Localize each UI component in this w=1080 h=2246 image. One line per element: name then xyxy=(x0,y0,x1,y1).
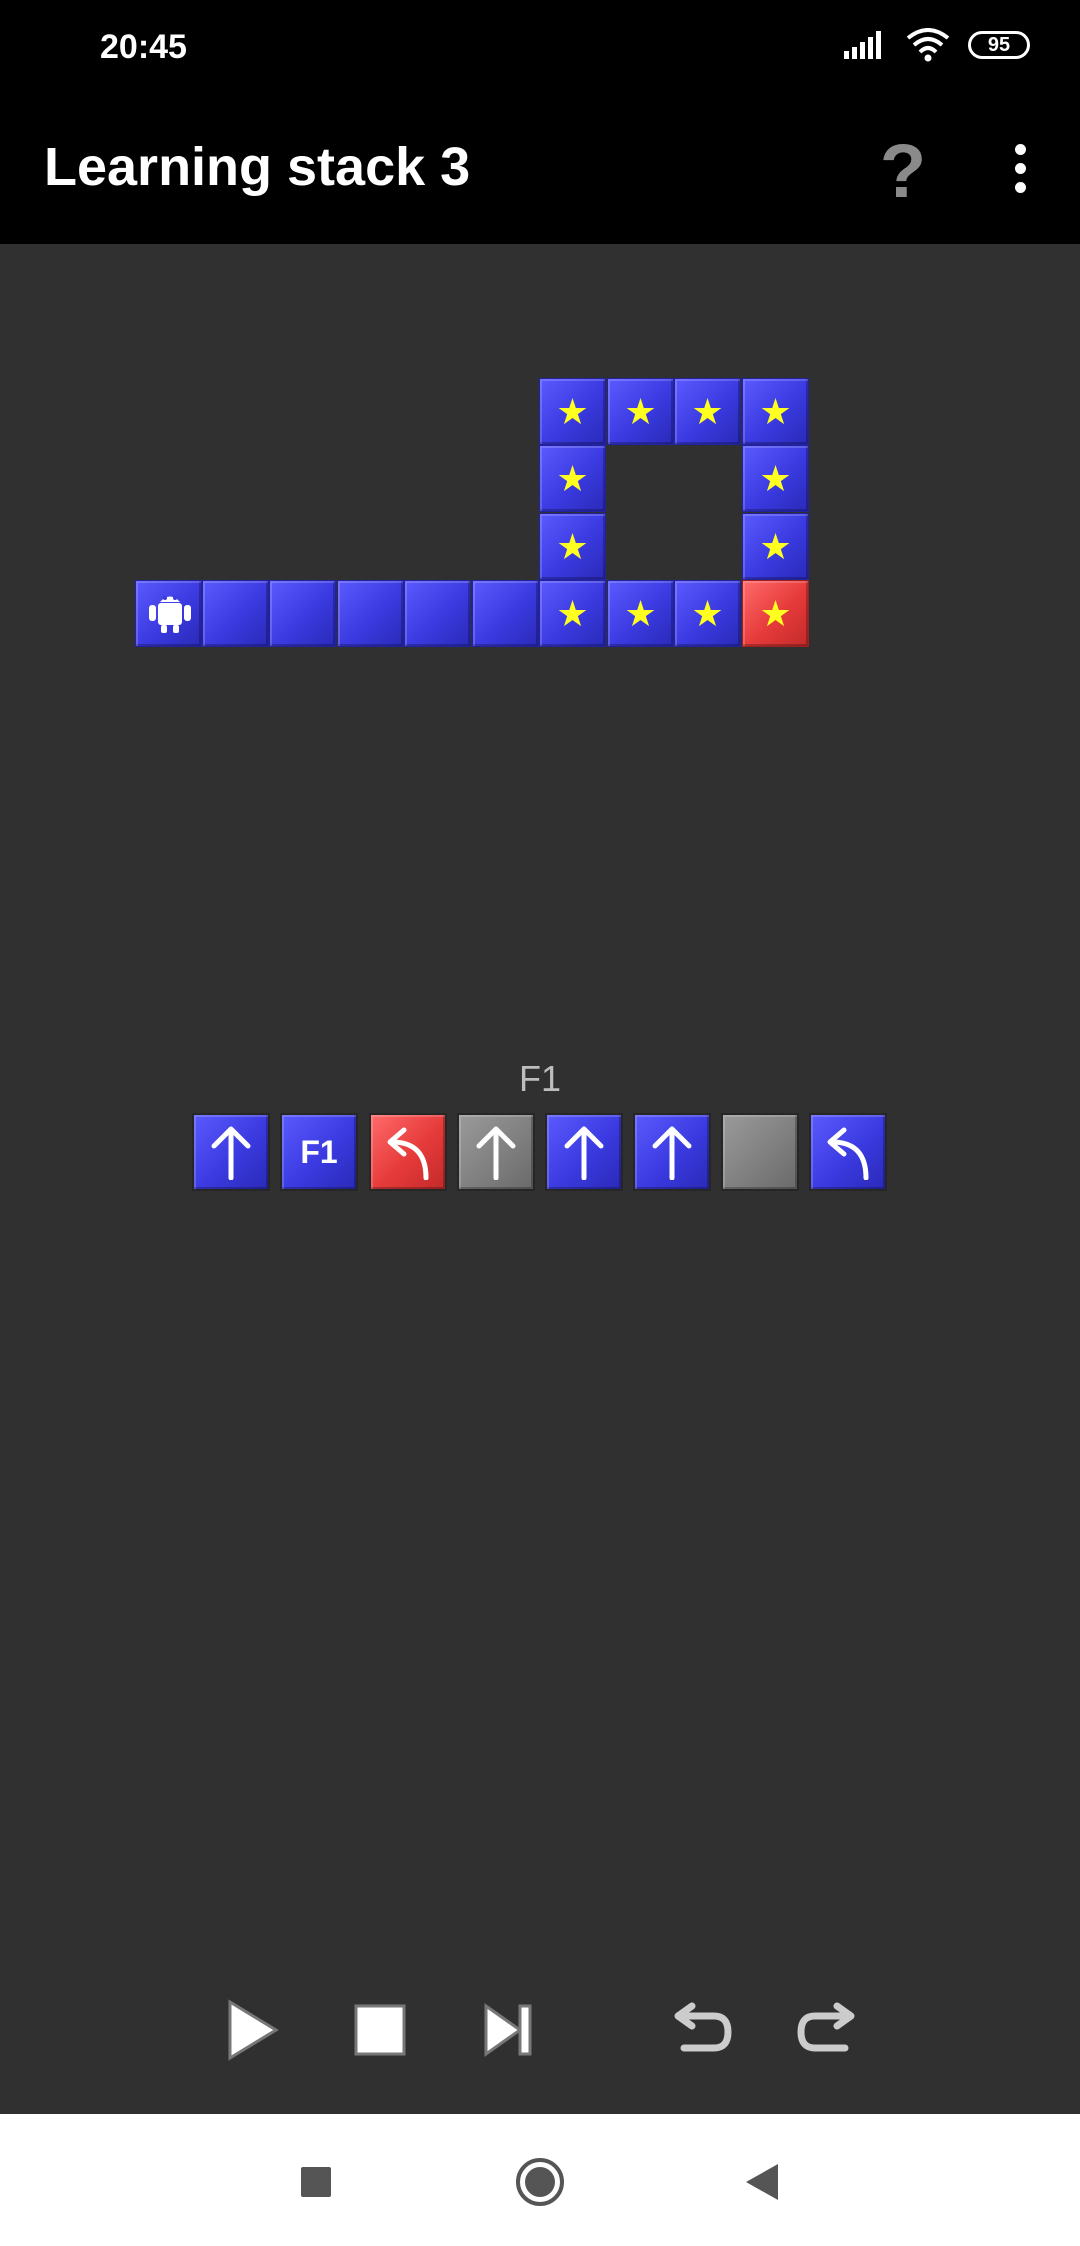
star-icon: ★ xyxy=(759,457,792,499)
board-tile-star: ★ xyxy=(607,580,674,647)
command-slot-8[interactable] xyxy=(809,1113,887,1191)
step-button[interactable] xyxy=(473,1995,543,2065)
arrow-up-icon xyxy=(476,1126,516,1180)
stop-icon xyxy=(354,2004,406,2056)
game-board: ★ ★ ★ ★ ★ ★ ★ ★ ★ ★ ★ ★ xyxy=(0,244,1080,2114)
android-robot-icon xyxy=(149,596,191,633)
command-slot-4[interactable] xyxy=(457,1113,535,1191)
status-icons: 95 xyxy=(844,28,1030,62)
board-tile-star: ★ xyxy=(674,580,741,647)
board-tile xyxy=(202,580,269,647)
redo-button[interactable] xyxy=(792,1995,862,2065)
command-slot-7-empty[interactable] xyxy=(721,1113,799,1191)
command-label: F1 xyxy=(300,1133,338,1170)
turn-left-icon xyxy=(827,1127,869,1180)
board-tile-star: ★ xyxy=(742,513,809,580)
star-icon: ★ xyxy=(556,390,589,432)
function-label: F1 xyxy=(518,1058,561,1099)
redo-icon xyxy=(797,2002,855,2052)
board-tile-goal: ★ xyxy=(742,580,809,647)
back-triangle-icon[interactable] xyxy=(732,2152,792,2212)
app-bar: Learning stack 3 ? xyxy=(0,100,1080,244)
star-icon: ★ xyxy=(759,390,792,432)
system-nav-bar xyxy=(0,2114,1080,2246)
signal-icon xyxy=(844,31,881,59)
board-tile-star: ★ xyxy=(607,378,674,445)
command-slot-6[interactable] xyxy=(633,1113,711,1191)
star-icon: ★ xyxy=(556,457,589,499)
board-tile xyxy=(472,580,539,647)
board-tile xyxy=(269,580,336,647)
board-tile-star: ★ xyxy=(674,378,741,445)
play-button[interactable] xyxy=(217,1995,287,2065)
status-time: 20:45 xyxy=(100,28,187,66)
turn-left-icon xyxy=(387,1127,429,1180)
board-tile-star: ★ xyxy=(742,445,809,512)
battery-level: 95 xyxy=(987,33,1011,56)
board-tile xyxy=(404,580,471,647)
help-icon[interactable]: ? xyxy=(868,122,938,222)
arrow-up-icon xyxy=(652,1126,692,1180)
board-tile-start xyxy=(135,580,202,647)
star-icon: ★ xyxy=(556,525,589,567)
command-slot-3[interactable] xyxy=(369,1113,447,1191)
stop-button[interactable] xyxy=(345,1995,415,2065)
star-icon: ★ xyxy=(691,390,724,432)
star-icon: ★ xyxy=(759,592,792,634)
board-tile-star: ★ xyxy=(539,445,606,512)
star-icon: ★ xyxy=(691,592,724,634)
step-icon xyxy=(484,2003,532,2057)
board-tile-star: ★ xyxy=(539,513,606,580)
star-icon: ★ xyxy=(624,390,657,432)
star-icon: ★ xyxy=(759,525,792,567)
command-slot-5[interactable] xyxy=(545,1113,623,1191)
arrow-up-icon xyxy=(211,1126,251,1180)
board-tile xyxy=(337,580,404,647)
home-circle-icon[interactable] xyxy=(510,2152,570,2212)
recents-square-icon[interactable] xyxy=(286,2152,346,2212)
star-icon: ★ xyxy=(624,592,657,634)
play-icon xyxy=(228,1999,279,2061)
battery-icon: 95 xyxy=(968,31,1030,59)
status-bar: 20:45 95 xyxy=(0,0,1080,100)
page-title: Learning stack 3 xyxy=(44,137,471,197)
command-slot-2[interactable]: F1 xyxy=(280,1113,358,1191)
undo-button[interactable] xyxy=(667,1995,737,2065)
board-tile-star: ★ xyxy=(539,580,606,647)
star-icon: ★ xyxy=(556,592,589,634)
wifi-icon xyxy=(906,28,950,62)
undo-icon xyxy=(674,2002,732,2052)
command-slot-1[interactable] xyxy=(192,1113,270,1191)
arrow-up-icon xyxy=(564,1126,604,1180)
board-tile-star: ★ xyxy=(539,378,606,445)
board-tile-star: ★ xyxy=(742,378,809,445)
overflow-menu-icon[interactable] xyxy=(996,138,1044,210)
